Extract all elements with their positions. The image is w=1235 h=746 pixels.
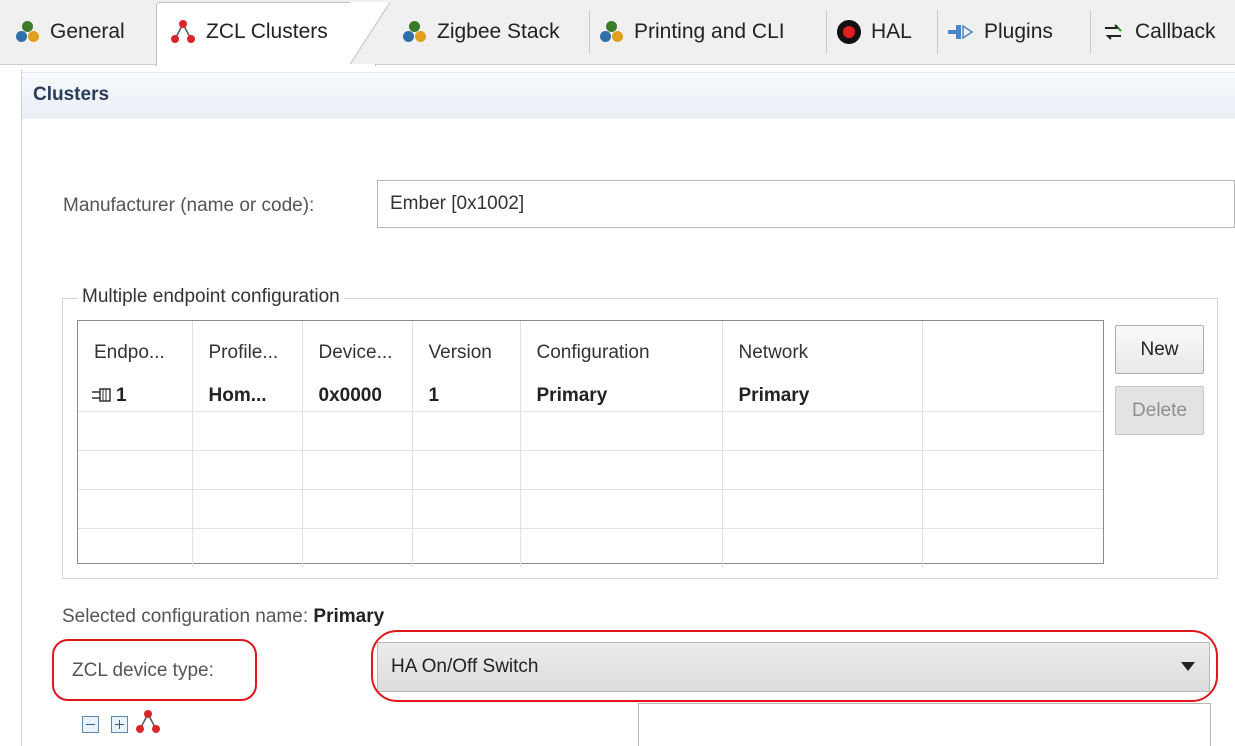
column-header-endpoint[interactable]: Endpo... <box>78 321 193 385</box>
column-header-network[interactable]: Network <box>722 321 923 385</box>
tab-label: HAL <box>871 20 912 43</box>
tab-label: ZCL Clusters <box>206 20 328 43</box>
selected-configuration-label: Selected configuration name: <box>62 606 309 627</box>
tab-general[interactable]: General <box>8 6 156 58</box>
tab-label: General <box>50 20 125 43</box>
expand-all-icon[interactable] <box>111 716 128 733</box>
cell-empty <box>922 385 1103 412</box>
cluster-icon <box>16 20 40 44</box>
tab-zigbee-stack[interactable]: Zigbee Stack <box>395 6 587 58</box>
tab-label: Printing and CLI <box>634 20 785 43</box>
tab-plugins[interactable]: Plugins <box>940 6 1080 58</box>
manufacturer-label: Manufacturer (name or code): <box>63 195 315 216</box>
selected-configuration: Selected configuration name: Primary <box>62 606 384 628</box>
empty-row <box>78 528 1103 567</box>
endpoint-config-legend: Multiple endpoint configuration <box>78 286 344 308</box>
cell-device: 0x0000 <box>302 385 413 412</box>
hal-icon <box>837 20 861 44</box>
cell-network: Primary <box>722 385 923 412</box>
table-row[interactable]: 1 Hom... 0x0000 1 Primary Primary <box>78 385 1103 412</box>
endpoint-value: 1 <box>116 385 127 406</box>
empty-row <box>78 411 1103 451</box>
cell-configuration: Primary <box>520 385 723 412</box>
delete-endpoint-button[interactable]: Delete <box>1115 386 1204 435</box>
new-endpoint-button[interactable]: New <box>1115 325 1204 374</box>
column-header-profile[interactable]: Profile... <box>192 321 303 385</box>
zcl-icon[interactable] <box>135 709 161 735</box>
endpoint-table[interactable]: Endpo... Profile... Device... Version Co… <box>77 320 1104 567</box>
tab-zcl-clusters[interactable]: ZCL Clusters <box>162 6 352 58</box>
cell-version: 1 <box>412 385 521 412</box>
section-title: Clusters <box>33 84 110 105</box>
tab-hal[interactable]: HAL <box>829 6 934 58</box>
cluster-icon <box>403 20 427 44</box>
tab-callbacks[interactable]: Callback <box>1093 6 1235 58</box>
section-header <box>22 72 1235 119</box>
column-header-configuration[interactable]: Configuration <box>520 321 723 385</box>
empty-row <box>78 450 1103 490</box>
cell-profile: Hom... <box>192 385 303 412</box>
tab-label: Zigbee Stack <box>437 20 560 43</box>
cluster-icon <box>600 20 624 44</box>
tab-separator <box>1090 10 1091 54</box>
tab-separator <box>589 10 590 54</box>
table-header-row: Endpo... Profile... Device... Version Co… <box>78 321 1103 385</box>
empty-row <box>78 489 1103 529</box>
tab-separator <box>937 10 938 54</box>
tab-separator <box>826 10 827 54</box>
callback-icon <box>1101 20 1125 44</box>
highlight-device-type-label <box>52 639 257 701</box>
zcl-icon <box>170 19 196 45</box>
collapse-all-icon[interactable] <box>82 716 99 733</box>
cell-endpoint: 1 <box>78 385 193 412</box>
endpoint-icon <box>92 387 114 403</box>
column-header-device[interactable]: Device... <box>302 321 413 385</box>
tab-label: Callback <box>1135 20 1216 43</box>
plugin-icon <box>948 22 974 42</box>
cluster-detail-box <box>638 703 1211 746</box>
column-header-version[interactable]: Version <box>412 321 521 385</box>
highlight-device-type-select <box>371 630 1218 702</box>
column-header-empty <box>922 321 1103 385</box>
tab-printing-cli[interactable]: Printing and CLI <box>592 6 822 58</box>
tab-label: Plugins <box>984 20 1053 43</box>
manufacturer-input[interactable] <box>377 180 1235 228</box>
selected-configuration-value: Primary <box>313 606 385 627</box>
active-tab-edge <box>350 2 390 64</box>
